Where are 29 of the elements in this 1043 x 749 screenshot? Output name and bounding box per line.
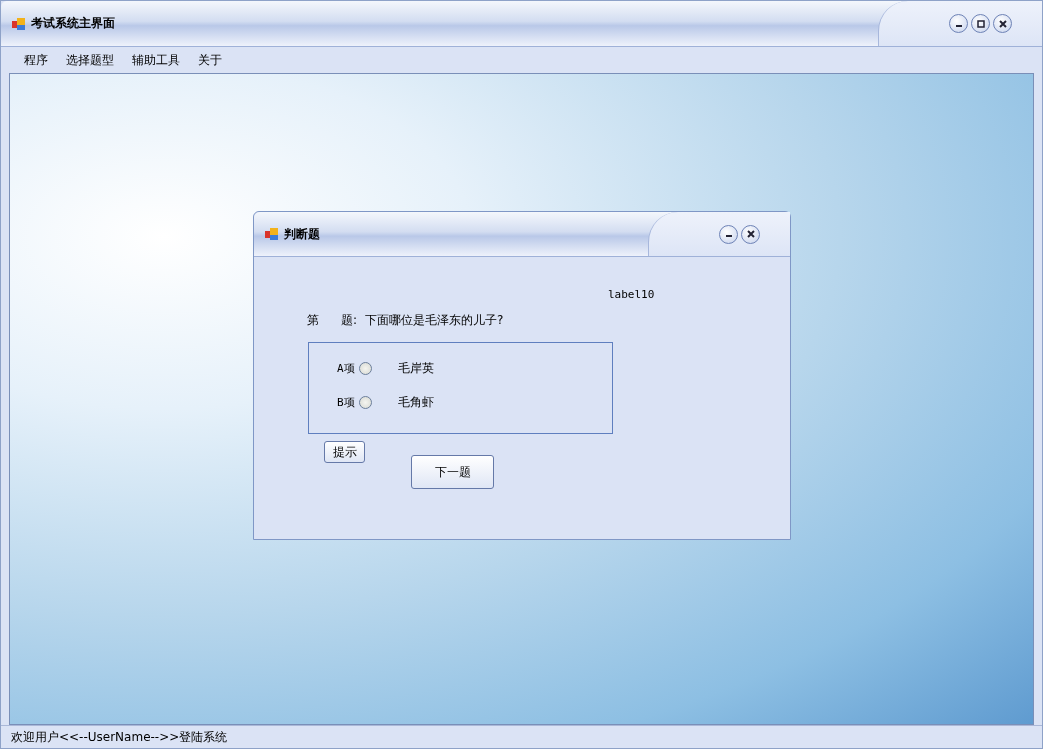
score-label: label10	[608, 288, 655, 301]
menu-item[interactable]: 选择题型	[57, 51, 123, 69]
app-icon	[11, 15, 27, 32]
minimize-button[interactable]	[949, 14, 968, 33]
next-button[interactable]: 下一题	[411, 455, 494, 489]
menu-item[interactable]: 程序	[15, 51, 57, 69]
close-button[interactable]	[993, 14, 1012, 33]
dialog-title: 判断题	[284, 225, 320, 243]
app-icon	[264, 226, 280, 242]
option-label: A项	[337, 361, 356, 376]
radio-button[interactable]	[359, 396, 372, 409]
maximize-button[interactable]	[971, 14, 990, 33]
question-number-label: 第	[307, 312, 319, 329]
option-text: 毛角虾	[398, 394, 434, 411]
status-text: 欢迎用户<<--UserName-->>登陆系统	[1, 725, 1042, 748]
close-icon	[998, 19, 1007, 28]
menu-item[interactable]: 辅助工具	[123, 51, 189, 69]
radio-button[interactable]	[359, 362, 372, 375]
question-number-label: 题:	[341, 312, 358, 329]
close-button[interactable]	[741, 224, 760, 244]
option-label: B项	[337, 395, 356, 410]
option-text: 毛岸英	[398, 360, 434, 377]
window-title: 考试系统主界面	[31, 15, 115, 32]
question-text: 下面哪位是毛泽东的儿子?	[365, 312, 504, 329]
menu-item[interactable]: 关于	[189, 51, 231, 69]
maximize-icon	[976, 19, 985, 28]
hint-button[interactable]: 提示	[324, 441, 365, 463]
minimize-button[interactable]	[719, 224, 738, 244]
close-icon	[746, 230, 755, 238]
